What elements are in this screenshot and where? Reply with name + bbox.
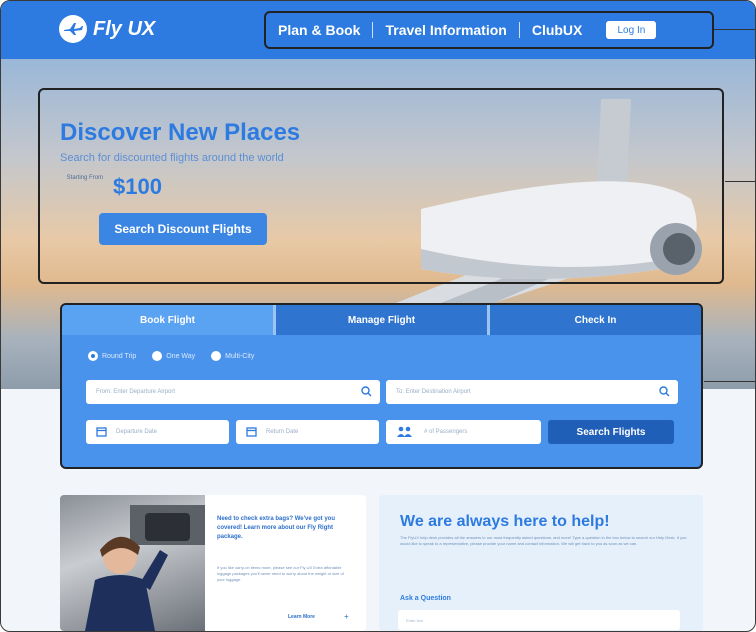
radio-multi-city[interactable]: Multi-City xyxy=(211,351,254,361)
passengers-placeholder: # of Passengers xyxy=(424,429,468,435)
to-airport-input[interactable]: To: Enter Destination Airport xyxy=(386,380,678,404)
passengers-icon xyxy=(397,426,412,437)
from-placeholder: From: Enter Departure Airport xyxy=(96,389,176,395)
brand-logo[interactable]: Fly UX xyxy=(59,15,155,43)
help-body: The FlyUX help desk provides all the ans… xyxy=(400,535,687,546)
nav-travel-information[interactable]: Travel Information xyxy=(373,22,518,38)
radio-unselected-icon xyxy=(152,351,163,361)
page-frame: Fly UX Plan & Book Travel Information Cl… xyxy=(0,0,756,632)
hero-subtitle: Search for discounted flights around the… xyxy=(60,152,284,164)
nav-clubux[interactable]: ClubUX xyxy=(520,22,595,38)
radio-label: Multi-City xyxy=(225,352,255,360)
radio-label: One Way xyxy=(166,352,196,360)
calendar-icon xyxy=(246,427,257,437)
return-placeholder: Return Date xyxy=(266,429,299,435)
help-card: We are always here to help! The FlyUX he… xyxy=(379,495,703,631)
login-button[interactable]: Log In xyxy=(606,21,657,39)
nav-plan-book[interactable]: Plan & Book xyxy=(266,22,372,38)
annotation-line xyxy=(725,181,755,182)
annotation-line xyxy=(704,381,755,382)
radio-label: Round Trip xyxy=(102,352,137,360)
learn-more-link[interactable]: Learn More xyxy=(288,614,315,620)
plus-icon[interactable]: + xyxy=(344,612,349,621)
radio-round-trip[interactable]: Round Trip xyxy=(88,351,136,361)
site-header: Fly UX Plan & Book Travel Information Cl… xyxy=(1,1,755,59)
hero-title: Discover New Places xyxy=(60,119,301,146)
tab-manage-flight[interactable]: Manage Flight xyxy=(273,305,487,335)
flight-attendant-photo xyxy=(60,495,205,631)
promo-title: Need to check extra bags? We've got you … xyxy=(217,516,336,540)
booking-panel: Book Flight Manage Flight Check In Round… xyxy=(60,303,703,469)
booking-tabs: Book Flight Manage Flight Check In xyxy=(62,305,701,335)
departure-placeholder: Departure Date xyxy=(116,429,158,435)
to-placeholder: To: Enter Destination Airport xyxy=(396,389,471,395)
search-discount-flights-button[interactable]: Search Discount Flights xyxy=(99,213,267,245)
extra-bags-promo-card: Need to check extra bags? We've got you … xyxy=(60,495,366,631)
search-icon xyxy=(659,386,670,397)
main-nav: Plan & Book Travel Information ClubUX Lo… xyxy=(264,11,714,49)
starting-price: $100 xyxy=(113,174,162,199)
departure-date-input[interactable]: Departure Date xyxy=(86,420,229,444)
annotation-line xyxy=(714,29,755,30)
radio-selected-icon xyxy=(88,351,98,361)
ask-question-input[interactable]: Enter text xyxy=(398,610,680,630)
radio-one-way[interactable]: One Way xyxy=(152,351,195,361)
return-date-input[interactable]: Return Date xyxy=(236,420,379,444)
search-icon xyxy=(361,386,372,397)
promo-body: If you like carry-on items more, please … xyxy=(217,565,344,582)
ask-question-label: Ask a Question xyxy=(400,595,451,602)
search-flights-button[interactable]: Search Flights xyxy=(548,420,674,444)
radio-unselected-icon xyxy=(211,351,222,361)
brand-name: Fly UX xyxy=(93,17,156,40)
tab-book-flight[interactable]: Book Flight xyxy=(62,305,273,335)
tab-check-in[interactable]: Check In xyxy=(487,305,701,335)
from-airport-input[interactable]: From: Enter Departure Airport xyxy=(86,380,380,404)
help-title: We are always here to help! xyxy=(400,513,610,530)
starting-from-label: Starting From xyxy=(66,175,103,181)
airplane-logo-icon xyxy=(59,15,87,43)
passengers-input[interactable]: # of Passengers xyxy=(386,420,541,444)
calendar-icon xyxy=(96,427,107,437)
trip-type-options: Round Trip One Way Multi-City xyxy=(88,351,254,361)
